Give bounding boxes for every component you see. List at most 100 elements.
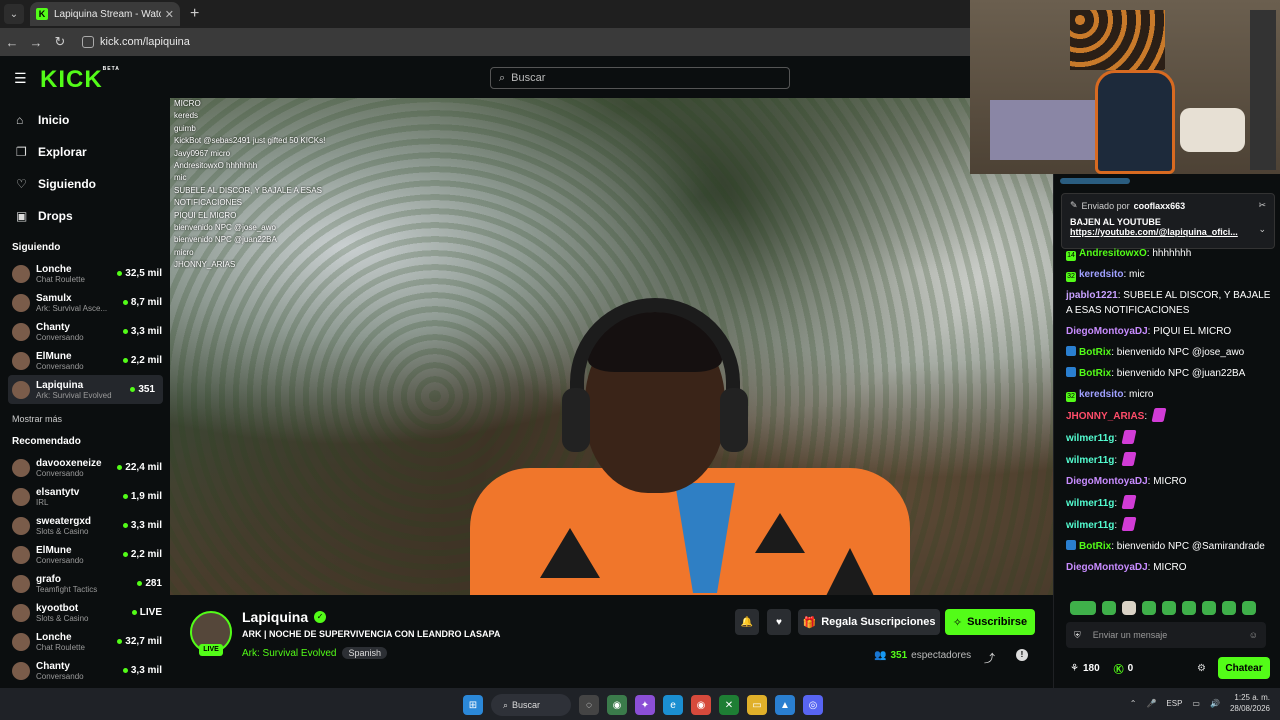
channel-points[interactable]: ⚘ 180 bbox=[1070, 663, 1100, 674]
emote-icon[interactable] bbox=[1142, 601, 1156, 615]
edge-icon[interactable]: e bbox=[663, 695, 683, 715]
kicks-balance[interactable]: Ⓚ 0 bbox=[1114, 661, 1134, 676]
channel-item[interactable]: sweatergxd Slots & Casino 3,3 mil bbox=[0, 511, 170, 540]
emote-icon[interactable] bbox=[1070, 601, 1096, 615]
nav-item-drops[interactable]: ▣ Drops bbox=[0, 200, 170, 232]
channel-item[interactable]: Lapiquina Ark: Survival Evolved 351 bbox=[8, 375, 163, 404]
subscribe-button[interactable]: ✧ Suscribirse bbox=[945, 609, 1035, 635]
windows-start-icon[interactable]: ⊞ bbox=[463, 695, 483, 715]
gear-icon[interactable]: ⚙ bbox=[1197, 663, 1206, 674]
chat-message: DiegoMontoyaDJ: PIQUI EL MICRO bbox=[1066, 326, 1232, 337]
emote-icon[interactable] bbox=[1102, 601, 1116, 615]
channel-item[interactable]: ElMune Conversando 2,2 mil bbox=[0, 346, 170, 375]
emote-icon[interactable] bbox=[1162, 601, 1176, 615]
emoji-icon[interactable]: ☺ bbox=[1249, 630, 1258, 640]
unpin-icon[interactable]: ✂ bbox=[1258, 200, 1266, 211]
forward-icon[interactable]: → bbox=[24, 35, 48, 50]
chat-username[interactable]: wilmer11g bbox=[1066, 498, 1114, 509]
chevron-up-icon[interactable]: ⌃ bbox=[1130, 699, 1137, 708]
chat-username[interactable]: wilmer11g bbox=[1066, 520, 1114, 531]
chat-username[interactable]: keredsito bbox=[1079, 269, 1123, 280]
discord-icon[interactable]: ◎ bbox=[803, 695, 823, 715]
video-player[interactable]: MICRO kereds guimb KickBot @sebas2491 just … bbox=[170, 98, 1053, 595]
clock[interactable]: 1:25 a. m. 28/08/2026 bbox=[1230, 692, 1270, 714]
file-explorer-icon[interactable]: ▭ bbox=[747, 695, 767, 715]
search-input[interactable]: ⌕ Buscar bbox=[490, 67, 790, 89]
reload-icon[interactable]: ↻ bbox=[48, 34, 72, 50]
chat-username[interactable]: wilmer11g bbox=[1066, 433, 1114, 444]
chat-username[interactable]: DiegoMontoyaDJ bbox=[1066, 476, 1148, 487]
kicks-icon: Ⓚ bbox=[1113, 664, 1124, 676]
taskbar-search[interactable]: ⌕ Buscar bbox=[491, 694, 571, 716]
kick-favicon-icon: K bbox=[36, 8, 48, 20]
site-info-icon[interactable] bbox=[82, 36, 94, 48]
copilot-app-icon[interactable]: ✦ bbox=[635, 695, 655, 715]
chat-username[interactable]: JHONNY_ARIAS bbox=[1066, 411, 1144, 422]
chat-username[interactable]: BotRix bbox=[1079, 541, 1111, 552]
channel-item[interactable]: Chanty Conversando 3,3 mil bbox=[0, 656, 170, 685]
bot-badge-icon bbox=[1066, 346, 1076, 356]
chevron-down-icon[interactable]: ⌄ bbox=[1258, 224, 1266, 235]
back-icon[interactable]: ← bbox=[0, 35, 24, 50]
volume-icon[interactable]: 🔊 bbox=[1210, 699, 1220, 708]
microphone-icon[interactable]: 🎤 bbox=[1146, 699, 1156, 708]
emote-icon[interactable] bbox=[1222, 601, 1236, 615]
send-chat-button[interactable]: Chatear bbox=[1218, 657, 1270, 679]
chrome-icon[interactable]: ◉ bbox=[607, 695, 627, 715]
chat-username[interactable]: BotRix bbox=[1079, 368, 1111, 379]
chat-username[interactable]: keredsito bbox=[1079, 389, 1123, 400]
channel-item[interactable]: davooxeneize Conversando 22,4 mil bbox=[0, 453, 170, 482]
sidebar: ⌂ Inicio ❐ Explorar ♡ Siguiendo ▣ Drops Sigu… bbox=[0, 98, 170, 688]
channel-item[interactable]: Lonche Chat Roulette 32,7 mil bbox=[0, 627, 170, 656]
chrome-alt-icon[interactable]: ◉ bbox=[691, 695, 711, 715]
channel-item[interactable]: Lonche Chat Roulette 32,5 mil bbox=[0, 259, 170, 288]
emote-icon bbox=[1121, 495, 1137, 509]
pinned-sender[interactable]: cooflaxx663 bbox=[1134, 201, 1186, 211]
emote-quick-bar bbox=[1070, 599, 1270, 617]
nav-item-siguiendo[interactable]: ♡ Siguiendo bbox=[0, 168, 170, 200]
channel-item[interactable]: kyootbot Slots & Casino LIVE bbox=[0, 598, 170, 627]
gift-subs-button[interactable]: 🎁 Regala Suscripciones bbox=[798, 609, 940, 635]
nav-item-inicio[interactable]: ⌂ Inicio bbox=[0, 104, 170, 136]
chat-username[interactable]: DiegoMontoyaDJ bbox=[1066, 326, 1148, 337]
close-tab-icon[interactable]: ✕ bbox=[165, 8, 174, 21]
overlay-chat-line: NOTIFICACIONES bbox=[174, 198, 243, 208]
share-icon[interactable]: ⤴ bbox=[984, 650, 995, 666]
channel-item[interactable]: Samulx Ark: Survival Asce... 8,7 mil bbox=[0, 288, 170, 317]
streamer-name[interactable]: Lapiquina bbox=[242, 609, 308, 625]
channel-item[interactable]: Chanty Conversando 3,3 mil bbox=[0, 317, 170, 346]
language-indicator[interactable]: ESP bbox=[1166, 699, 1182, 708]
language-tag[interactable]: Spanish bbox=[342, 647, 388, 659]
pinned-message[interactable]: ✎ Enviado por cooflaxx663 BAJEN AL YOUTU… bbox=[1061, 193, 1275, 249]
follow-button[interactable]: ♥ bbox=[767, 609, 791, 635]
chat-username[interactable]: BotRix bbox=[1079, 347, 1111, 358]
new-tab-icon[interactable]: + bbox=[190, 5, 199, 23]
emote-icon[interactable] bbox=[1182, 601, 1196, 615]
photos-icon[interactable]: ▲ bbox=[775, 695, 795, 715]
chat-message-input[interactable]: ⛨ Enviar un mensaje ☺ bbox=[1066, 622, 1266, 648]
tab-search-icon[interactable]: ⌄ bbox=[4, 4, 24, 24]
notification-bell-button[interactable]: 🔔 bbox=[735, 609, 759, 635]
chat-username[interactable]: AndresitowxO bbox=[1079, 248, 1147, 259]
channel-item[interactable]: elsantytv IRL 1,9 mil bbox=[0, 482, 170, 511]
channel-item[interactable]: ElMune Conversando 2,2 mil bbox=[0, 540, 170, 569]
chat-username[interactable]: DiegoMontoyaDJ bbox=[1066, 562, 1148, 573]
nav-item-explorar[interactable]: ❐ Explorar bbox=[0, 136, 170, 168]
network-icon[interactable]: ▭ bbox=[1192, 699, 1200, 708]
pinned-link[interactable]: https://youtube.com/@lapiquina_ofici... bbox=[1070, 227, 1255, 237]
xbox-icon[interactable]: ✕ bbox=[719, 695, 739, 715]
menu-icon[interactable]: ☰ bbox=[14, 70, 27, 87]
emote-icon[interactable] bbox=[1202, 601, 1216, 615]
chat-username[interactable]: jpablo1221 bbox=[1066, 290, 1118, 301]
more-info-icon[interactable]: ! bbox=[1016, 649, 1028, 661]
browser-tab[interactable]: K Lapiquina Stream - Watch Live o ✕ bbox=[30, 2, 180, 26]
chat-username[interactable]: wilmer11g bbox=[1066, 455, 1114, 466]
channel-item[interactable]: grafo Teamfight Tactics 281 bbox=[0, 569, 170, 598]
stream-category[interactable]: Ark: Survival Evolved bbox=[242, 648, 336, 659]
url-field[interactable]: kick.com/lapiquina bbox=[82, 36, 190, 48]
copilot-icon[interactable]: ◌ bbox=[579, 695, 599, 715]
emote-icon[interactable] bbox=[1242, 601, 1256, 615]
kick-logo[interactable]: KICKBETA bbox=[40, 66, 120, 94]
show-more-link[interactable]: Mostrar más bbox=[0, 404, 170, 426]
emote-icon[interactable] bbox=[1122, 601, 1136, 615]
